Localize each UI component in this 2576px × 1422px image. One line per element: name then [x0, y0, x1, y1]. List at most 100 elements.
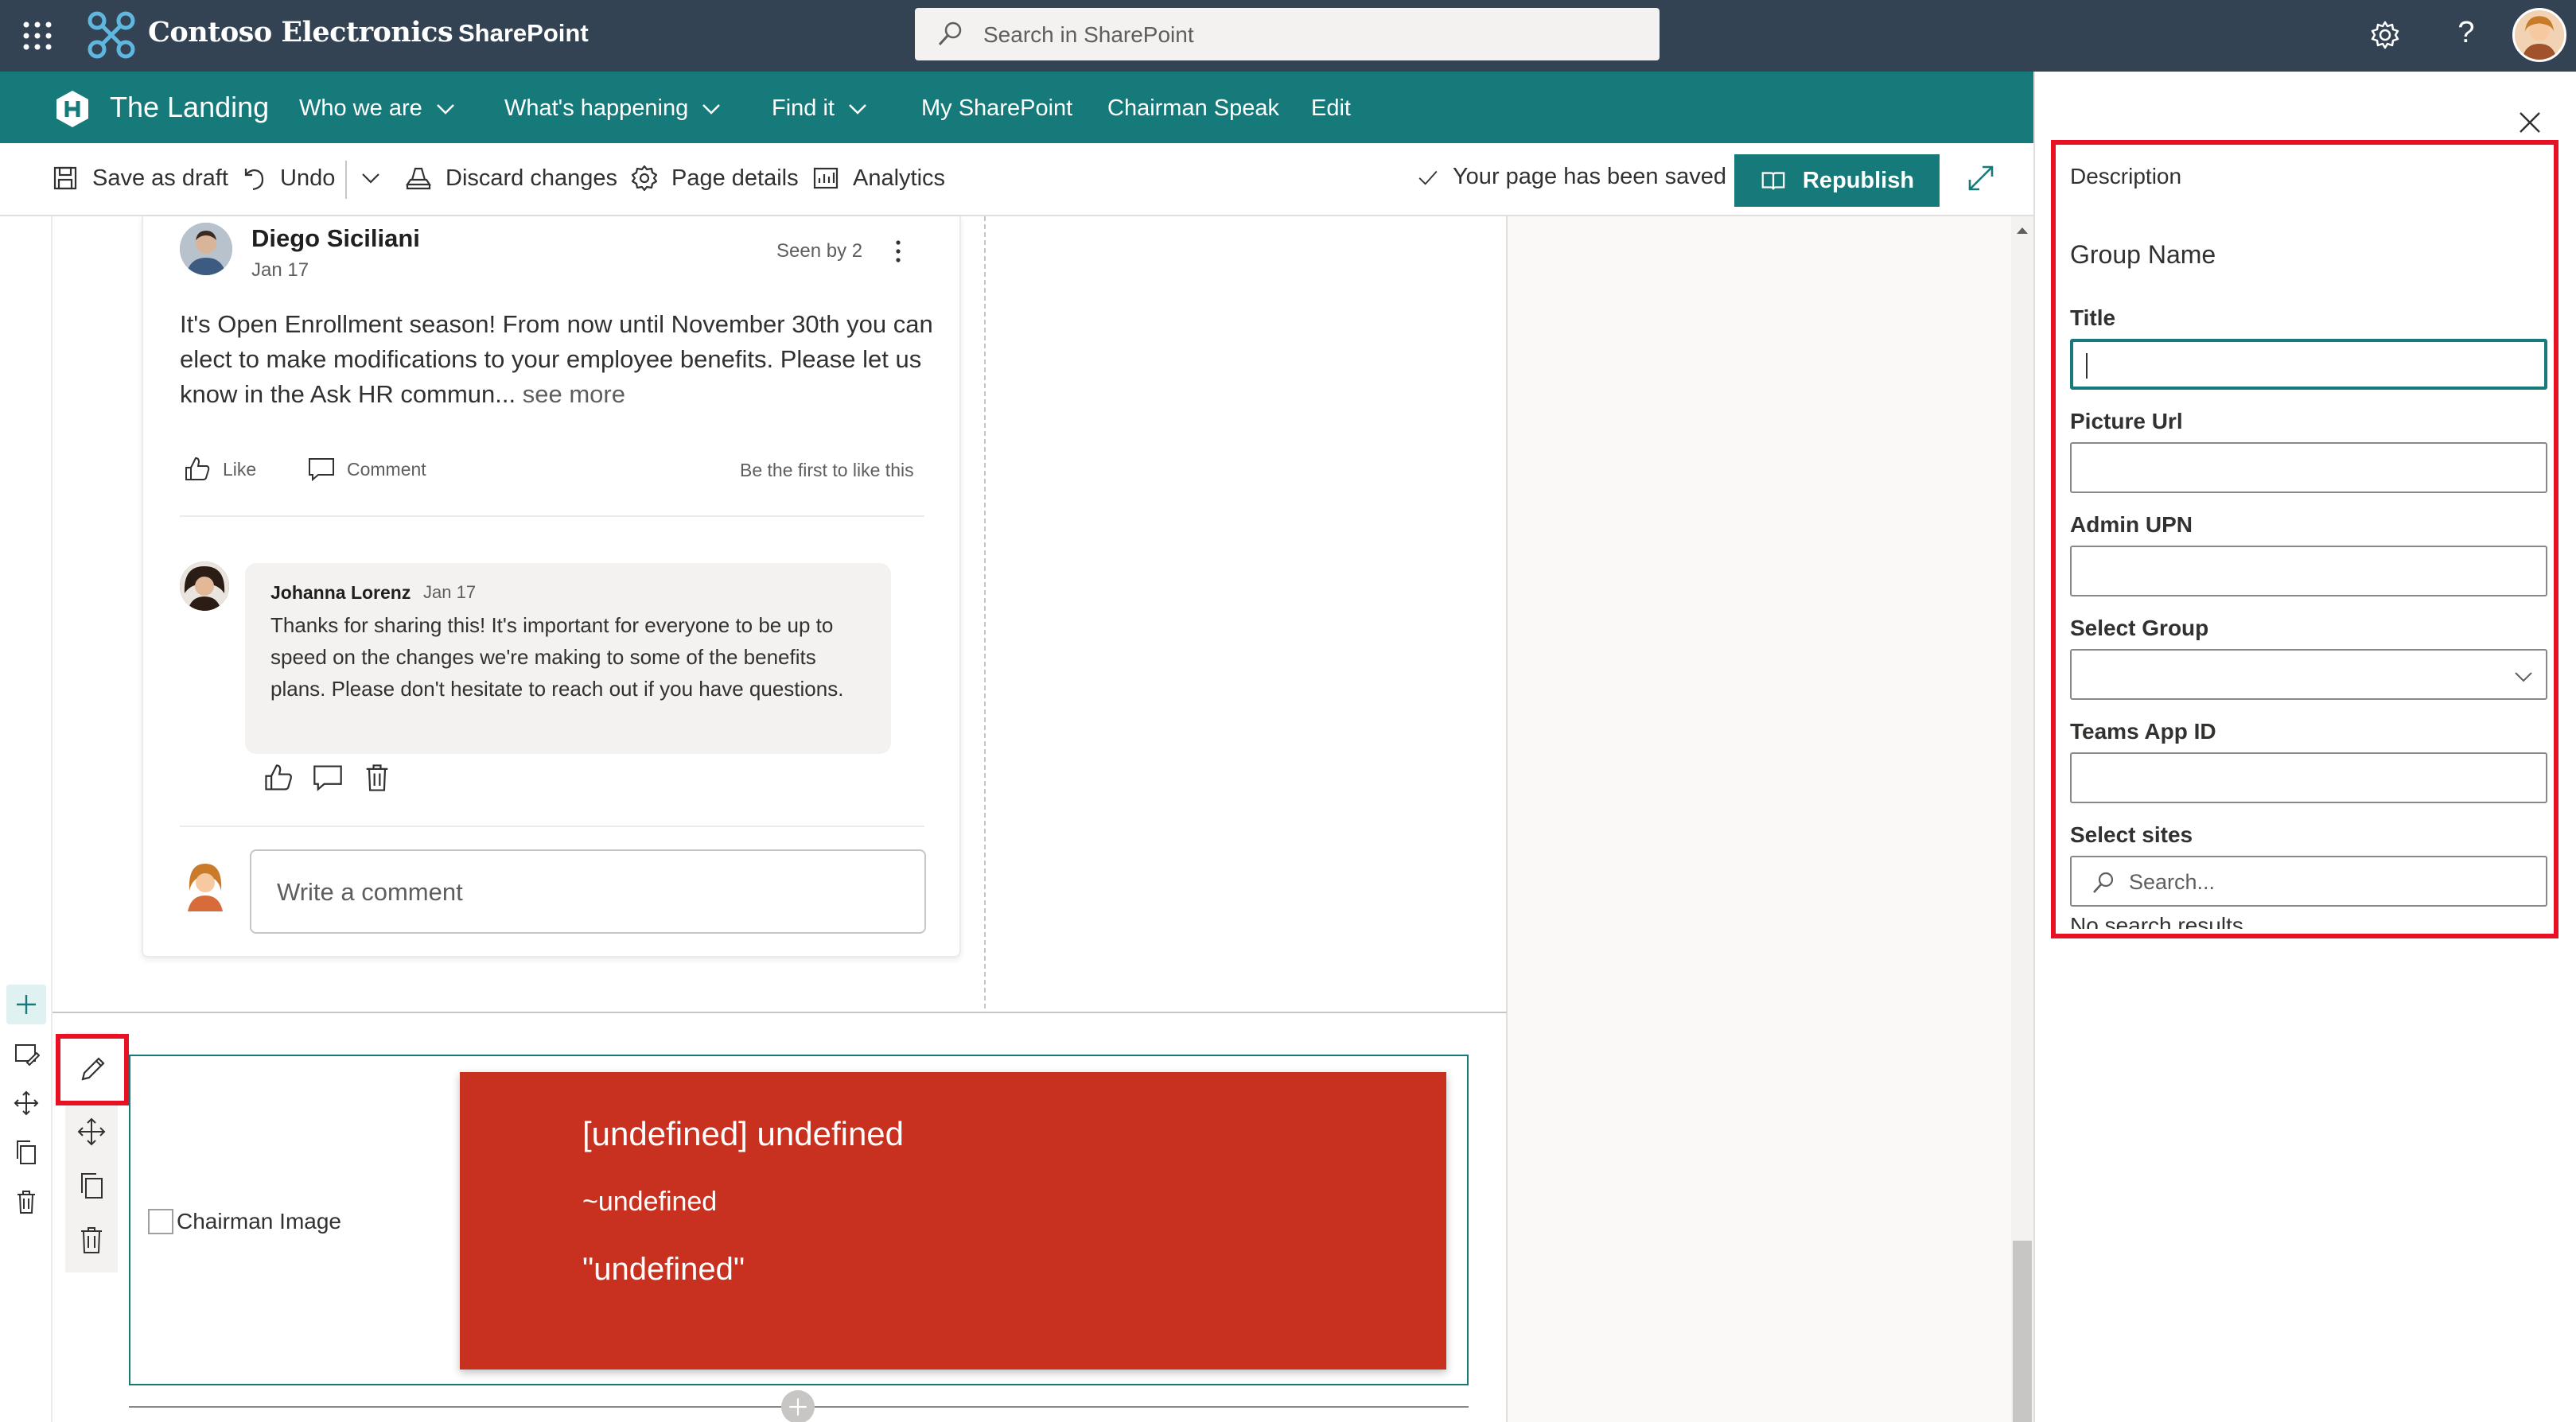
write-comment-input[interactable]: Write a comment	[250, 849, 926, 934]
like-button[interactable]: Like	[183, 455, 256, 484]
republish-button[interactable]: Republish	[1734, 154, 1940, 207]
analytics-label: Analytics	[853, 165, 946, 191]
chevron-down-icon	[849, 103, 866, 115]
app-launcher-icon[interactable]	[21, 19, 54, 52]
app-name[interactable]: SharePoint	[458, 19, 589, 48]
duplicate-section-button[interactable]	[6, 1133, 46, 1172]
edit-webpart-button[interactable]	[56, 1034, 129, 1105]
teams-app-id-input[interactable]	[2070, 752, 2547, 803]
nav-find-it[interactable]: Find it	[772, 95, 870, 122]
nav-chairman-speak[interactable]: Chairman Speak	[1107, 95, 1279, 122]
sites-search-placeholder: Search...	[2129, 870, 2216, 894]
section-border	[1506, 216, 1508, 1422]
nav-label: Find it	[772, 95, 835, 121]
move-icon	[14, 1090, 39, 1116]
commenter-avatar[interactable]	[180, 561, 229, 611]
add-webpart-button[interactable]	[781, 1390, 815, 1422]
checkmark-icon	[1418, 170, 1438, 185]
picture-url-label: Picture Url	[2070, 409, 2183, 433]
author-avatar[interactable]	[180, 223, 232, 275]
contoso-logo-icon[interactable]	[86, 10, 137, 60]
analytics-icon	[813, 167, 839, 189]
comment-icon	[309, 458, 334, 482]
title-input[interactable]	[2070, 339, 2547, 390]
nav-who-we-are[interactable]: Who we are	[299, 95, 457, 122]
save-icon	[53, 166, 77, 190]
empty-canvas-area	[1508, 216, 2011, 1422]
nav-my-sharepoint[interactable]: My SharePoint	[921, 95, 1072, 122]
section-separator	[53, 1012, 1507, 1013]
chevron-down-icon	[362, 173, 379, 184]
picture-url-input[interactable]	[2070, 442, 2547, 493]
chairman-webpart[interactable]: Chairman Image [undefined] undefined ~un…	[129, 1055, 1469, 1385]
see-more-link[interactable]: see more	[523, 380, 625, 408]
nav-whats-happening[interactable]: What's happening	[504, 95, 723, 122]
undo-label: Undo	[280, 165, 336, 191]
edit-section-icon	[15, 1044, 40, 1066]
admin-upn-input[interactable]	[2070, 546, 2547, 596]
user-avatar[interactable]	[2512, 8, 2566, 62]
edit-section-button[interactable]	[6, 1034, 46, 1074]
expand-icon[interactable]	[1965, 162, 1997, 194]
admin-upn-label: Admin UPN	[2070, 512, 2193, 537]
page-details-button[interactable]: Page details	[630, 164, 799, 192]
pencil-icon	[81, 1057, 105, 1081]
delete-section-button[interactable]	[6, 1182, 46, 1222]
command-bar: Save as draft Undo Discard changes Page …	[0, 143, 2033, 216]
site-logo-icon[interactable]	[53, 89, 92, 129]
nav-label: Who we are	[299, 95, 422, 121]
plus-icon	[789, 1398, 807, 1416]
chairman-message-box: [undefined] undefined ~undefined "undefi…	[460, 1072, 1446, 1370]
org-name[interactable]: Contoso Electronics	[148, 16, 453, 49]
undo-dropdown-button[interactable]	[356, 164, 385, 192]
more-options-icon[interactable]	[886, 235, 910, 267]
conversation-post-card: Diego Siciliani Jan 17 Seen by 2 It's Op…	[142, 216, 961, 958]
undo-divider	[345, 161, 347, 199]
help-icon[interactable]: ?	[2450, 16, 2482, 54]
scroll-up-arrow-icon[interactable]	[2013, 221, 2032, 240]
comment-date: Jan 17	[423, 582, 477, 602]
book-icon	[1761, 172, 1785, 190]
add-section-button[interactable]	[6, 985, 46, 1024]
delete-comment-icon[interactable]	[361, 762, 393, 794]
move-section-button[interactable]	[6, 1083, 46, 1123]
comment-text: Thanks for sharing this! It's important …	[270, 613, 844, 701]
plus-icon	[17, 995, 36, 1014]
divider	[180, 515, 924, 517]
close-icon[interactable]	[2516, 108, 2544, 137]
column-divider	[984, 216, 986, 1008]
search-input[interactable]: Search in SharePoint	[915, 8, 1660, 60]
comment-label: Comment	[347, 458, 426, 480]
save-status: Your page has been saved	[1416, 164, 1726, 190]
save-as-draft-button[interactable]: Save as draft	[51, 164, 228, 192]
chairman-image-alt: Chairman Image	[177, 1209, 341, 1234]
gear-icon[interactable]	[2369, 19, 2401, 51]
search-icon	[2091, 870, 2116, 896]
nav-label: Edit	[1311, 95, 1351, 121]
hub-navigation: The Landing Who we are What's happening …	[0, 72, 2033, 143]
seen-by-count[interactable]: Seen by 2	[776, 240, 862, 262]
move-webpart-icon[interactable]	[75, 1115, 108, 1148]
teams-app-id-label: Teams App ID	[2070, 719, 2216, 744]
chairman-title: ~undefined	[582, 1187, 718, 1217]
author-name[interactable]: Diego Siciliani	[251, 224, 420, 253]
delete-webpart-icon[interactable]	[75, 1223, 108, 1257]
save-status-text: Your page has been saved	[1453, 164, 1726, 189]
text-caret	[2086, 353, 2088, 379]
commenter-name[interactable]: Johanna Lorenz	[270, 582, 411, 604]
comment-button[interactable]: Comment	[307, 455, 426, 484]
analytics-button[interactable]: Analytics	[811, 164, 945, 192]
scrollbar-thumb[interactable]	[2013, 1241, 2032, 1422]
sites-search-input[interactable]: Search...	[2070, 856, 2547, 907]
discard-changes-button[interactable]: Discard changes	[404, 164, 617, 192]
post-body: It's Open Enrollment season! From now un…	[180, 307, 936, 412]
reply-comment-icon[interactable]	[312, 762, 344, 794]
chairman-name: [undefined] undefined	[582, 1115, 905, 1152]
undo-button[interactable]: Undo	[239, 164, 335, 192]
duplicate-webpart-icon[interactable]	[75, 1169, 108, 1202]
site-title[interactable]: The Landing	[110, 91, 269, 124]
select-group-dropdown[interactable]	[2070, 649, 2547, 700]
page-details-label: Page details	[671, 165, 799, 191]
nav-edit[interactable]: Edit	[1311, 95, 1351, 122]
like-comment-icon[interactable]	[263, 762, 294, 794]
